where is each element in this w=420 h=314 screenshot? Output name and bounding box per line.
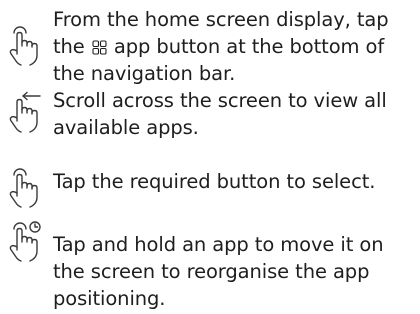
instruction-text: Tap the required button to select. xyxy=(53,170,376,193)
instruction-text: Scroll across the screen to view all ava… xyxy=(53,89,387,139)
tap-gesture-icon xyxy=(0,24,44,68)
swipe-gesture-icon xyxy=(0,91,44,135)
tap-gesture-icon xyxy=(0,166,44,210)
instruction-text: From the home screen display, tap the ap… xyxy=(53,8,389,85)
apps-grid-icon xyxy=(92,40,107,55)
tap-and-hold-gesture-icon xyxy=(0,220,44,264)
instruction-text: Tap and hold an app to move it on the sc… xyxy=(53,233,384,310)
